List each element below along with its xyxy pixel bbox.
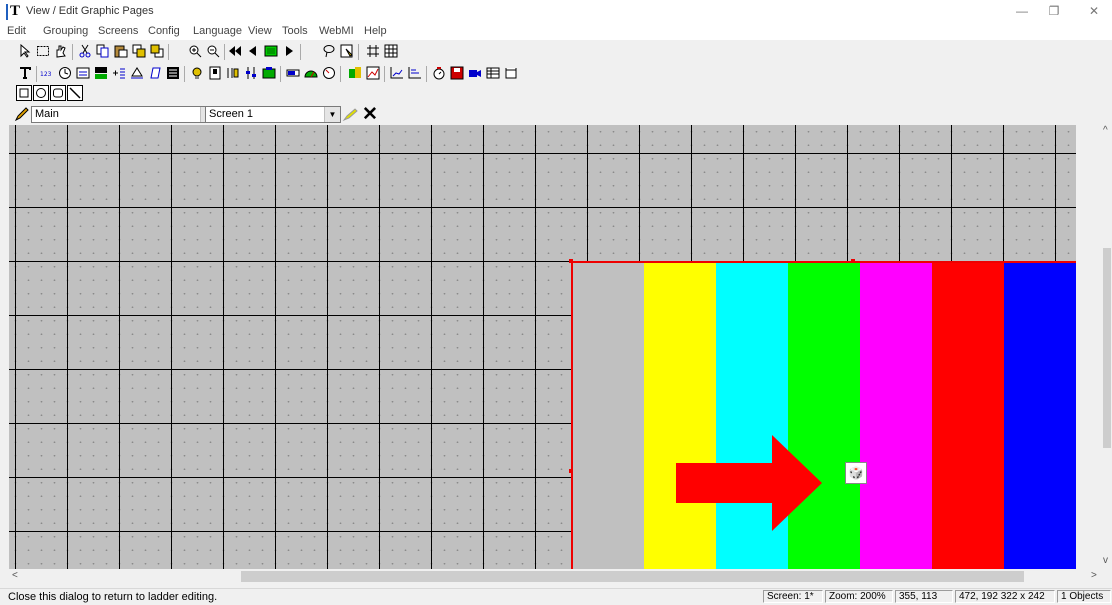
circle-tool-button[interactable] <box>33 85 49 101</box>
line-tool-button[interactable] <box>67 85 83 101</box>
graphic-object-icon[interactable]: 🎲 <box>845 462 867 484</box>
grid-fill-button[interactable] <box>382 42 400 60</box>
trend-chart-button[interactable] <box>364 64 382 82</box>
delete-screen-button[interactable]: ✕ <box>362 103 378 126</box>
status-object-count: 1 Objects <box>1057 590 1111 603</box>
rounded-rectangle-tool-button[interactable] <box>50 85 66 101</box>
grid-lines-button[interactable] <box>364 42 382 60</box>
scroll-up-icon[interactable]: ^ <box>1103 125 1108 136</box>
screen-selector-row: Main ▼ Screen 1 ▼ ✕ <box>0 103 1112 126</box>
screen-select-value: Screen 1 <box>209 108 254 120</box>
machine-image-button[interactable] <box>260 64 278 82</box>
slider-button[interactable] <box>242 64 260 82</box>
multi-state-button[interactable] <box>346 64 364 82</box>
selection-handle[interactable] <box>569 469 573 473</box>
scroll-right-icon[interactable]: > <box>1091 570 1097 581</box>
selection-handle[interactable] <box>569 259 573 263</box>
menu-grouping[interactable]: Grouping <box>43 25 88 37</box>
marquee-select-button[interactable] <box>34 42 52 60</box>
lamp-button[interactable] <box>188 64 206 82</box>
shape-edit-button[interactable] <box>146 64 164 82</box>
select-pointer-button[interactable] <box>16 42 34 60</box>
horizontal-scrollbar[interactable]: < > <box>9 569 1101 584</box>
color-bar <box>860 263 933 569</box>
toggle-switch-button[interactable] <box>224 64 242 82</box>
lasso-button[interactable] <box>320 42 338 60</box>
table-button[interactable] <box>484 64 502 82</box>
container-button[interactable] <box>502 64 520 82</box>
screen-canvas[interactable]: 🎲 <box>9 125 1076 569</box>
bar-graph-button[interactable] <box>284 64 302 82</box>
first-screen-button[interactable] <box>226 42 244 60</box>
color-bar <box>573 263 645 569</box>
red-arrow-shape[interactable] <box>676 435 826 531</box>
scroll-down-icon[interactable]: v <box>1103 555 1108 566</box>
color-bar <box>1004 263 1076 569</box>
svg-text:123: 123 <box>40 71 52 78</box>
copy-button[interactable] <box>94 42 112 60</box>
rectangle-tool-button[interactable] <box>16 85 32 101</box>
camera-button[interactable] <box>466 64 484 82</box>
menu-language[interactable]: Language <box>193 25 242 37</box>
group-select[interactable]: Main ▼ <box>31 106 217 123</box>
bar-add-button[interactable] <box>110 64 128 82</box>
window-title: View / Edit Graphic Pages <box>26 5 154 17</box>
text-tool-button[interactable] <box>16 64 34 82</box>
numeric-display-button[interactable]: 123 <box>38 64 56 82</box>
time-display-button[interactable] <box>74 64 92 82</box>
edit-screen-icon[interactable] <box>342 107 360 125</box>
menu-edit[interactable]: Edit <box>7 25 26 37</box>
menu-view[interactable]: View <box>248 25 272 37</box>
zoom-in-button[interactable] <box>186 42 204 60</box>
cut-button[interactable] <box>76 42 94 60</box>
menu-config[interactable]: Config <box>148 25 180 37</box>
color-bar <box>932 263 1004 569</box>
timer-button[interactable] <box>430 64 448 82</box>
selection-handle[interactable] <box>851 259 855 263</box>
meter-button[interactable] <box>320 64 338 82</box>
screen-list-button[interactable] <box>262 42 280 60</box>
menu-screens[interactable]: Screens <box>98 25 138 37</box>
status-zoom: Zoom: 200% <box>825 590 893 603</box>
scroll-left-icon[interactable]: < <box>12 570 18 581</box>
pan-hand-button[interactable] <box>52 42 70 60</box>
paste-button[interactable] <box>112 42 130 60</box>
list-box-button[interactable] <box>164 64 182 82</box>
line-chart-button[interactable] <box>388 64 406 82</box>
status-screen: Screen: 1* <box>763 590 823 603</box>
xy-chart-button[interactable] <box>406 64 424 82</box>
chevron-down-icon: ▼ <box>324 107 340 122</box>
zoom-out-button[interactable] <box>204 42 222 60</box>
vertical-scrollbar[interactable]: ^ v <box>1101 125 1112 569</box>
switch-button[interactable] <box>206 64 224 82</box>
send-back-button[interactable] <box>148 42 166 60</box>
menu-tools[interactable]: Tools <box>282 25 308 37</box>
next-screen-button[interactable] <box>280 42 298 60</box>
save-screen-button[interactable] <box>448 64 466 82</box>
gauge-button[interactable] <box>302 64 320 82</box>
status-selection: 472, 192 322 x 242 <box>955 590 1055 603</box>
horizontal-scroll-thumb[interactable] <box>241 571 1024 582</box>
alarm-text-button[interactable] <box>128 64 146 82</box>
vertical-scroll-thumb[interactable] <box>1103 248 1111 448</box>
page-button[interactable] <box>92 64 110 82</box>
menu-bar: Edit Grouping Screens Config Language Vi… <box>0 22 1112 40</box>
properties-button[interactable] <box>338 42 356 60</box>
clock-button[interactable] <box>56 64 74 82</box>
menu-webmi[interactable]: WebMI <box>319 25 354 37</box>
pencil-icon[interactable] <box>14 107 30 125</box>
restore-button[interactable]: ❐ <box>1044 3 1064 19</box>
menu-help[interactable]: Help <box>364 25 387 37</box>
group-select-value: Main <box>35 108 59 120</box>
app-logo-icon: T <box>5 3 21 20</box>
previous-screen-button[interactable] <box>244 42 262 60</box>
status-message: Close this dialog to return to ladder ed… <box>8 591 218 603</box>
status-bar: Close this dialog to return to ladder ed… <box>0 588 1112 605</box>
title-bar: T View / Edit Graphic Pages — ❐ ✕ <box>0 0 1112 22</box>
bring-front-button[interactable] <box>130 42 148 60</box>
screen-select[interactable]: Screen 1 ▼ <box>205 106 341 123</box>
minimize-button[interactable]: — <box>1012 3 1032 19</box>
status-cursor-position: 355, 113 <box>895 590 953 603</box>
close-button[interactable]: ✕ <box>1084 3 1104 19</box>
